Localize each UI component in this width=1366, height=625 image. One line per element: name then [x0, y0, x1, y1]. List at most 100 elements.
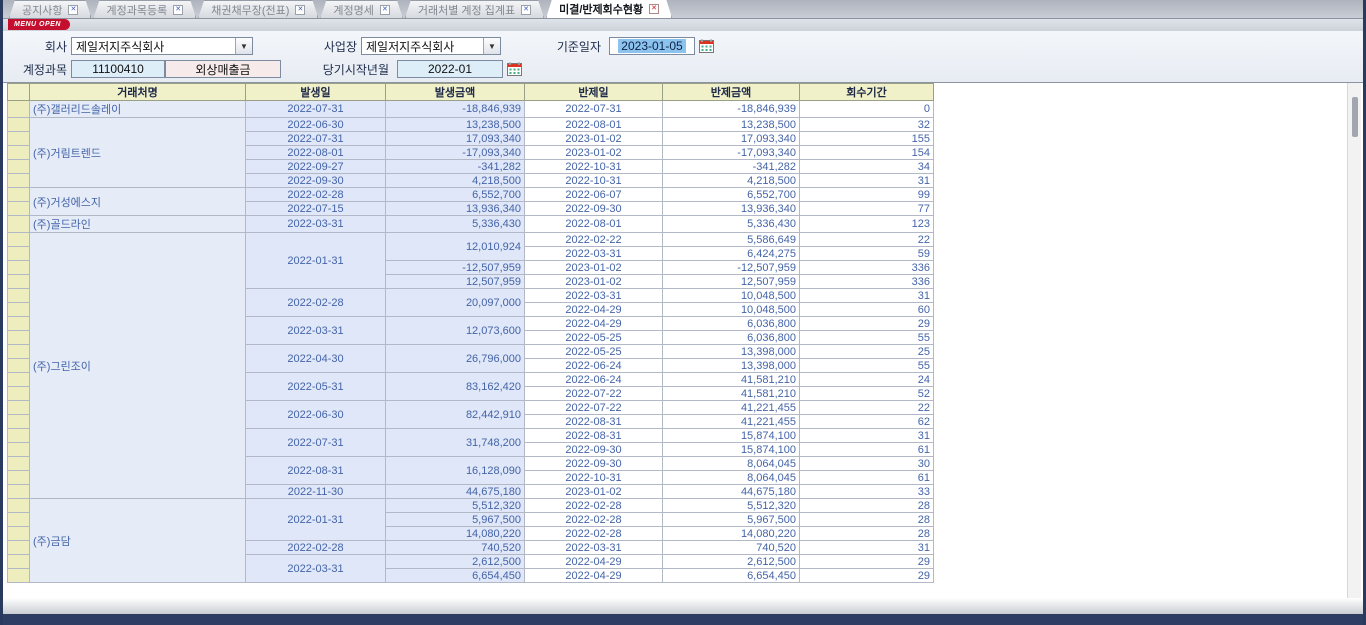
settlement-amount-cell[interactable]: 5,512,320 [663, 499, 800, 513]
occurrence-date-cell[interactable]: 2022-07-31 [246, 132, 386, 146]
occurrence-amount-cell[interactable]: -12,507,959 [386, 261, 525, 275]
tab-item[interactable]: 계정과목등록✕ [93, 0, 196, 18]
collection-days-cell[interactable]: 55 [800, 359, 934, 373]
settlement-amount-cell[interactable]: 8,064,045 [663, 471, 800, 485]
occurrence-date-cell[interactable]: 2022-02-28 [246, 188, 386, 202]
vertical-scrollbar[interactable] [1347, 83, 1361, 598]
collection-days-cell[interactable]: 336 [800, 261, 934, 275]
settlement-date-cell[interactable]: 2022-08-01 [525, 118, 663, 132]
settlement-amount-cell[interactable]: -17,093,340 [663, 146, 800, 160]
occurrence-date-cell[interactable]: 2022-04-30 [246, 345, 386, 373]
occurrence-amount-cell[interactable]: 17,093,340 [386, 132, 525, 146]
settlement-amount-cell[interactable]: 13,398,000 [663, 359, 800, 373]
tab-item[interactable]: 계정명세✕ [320, 0, 402, 18]
occurrence-amount-cell[interactable]: -17,093,340 [386, 146, 525, 160]
occurrence-amount-cell[interactable]: 5,967,500 [386, 513, 525, 527]
collection-days-cell[interactable]: 22 [800, 233, 934, 247]
tab-item[interactable]: 공지사항✕ [9, 0, 91, 18]
row-selector[interactable] [8, 247, 30, 261]
collection-days-cell[interactable]: 31 [800, 541, 934, 555]
customer-name-cell[interactable]: (주)거림트렌드 [30, 118, 246, 188]
settlement-date-cell[interactable]: 2022-09-30 [525, 202, 663, 216]
collection-days-cell[interactable]: 62 [800, 415, 934, 429]
row-selector[interactable] [8, 401, 30, 415]
occurrence-amount-cell[interactable]: -18,846,939 [386, 101, 525, 118]
settlement-date-cell[interactable]: 2022-04-29 [525, 569, 663, 583]
settlement-amount-cell[interactable]: 41,221,455 [663, 415, 800, 429]
occurrence-date-cell[interactable]: 2022-02-28 [246, 289, 386, 317]
collection-days-cell[interactable]: 61 [800, 443, 934, 457]
settlement-date-cell[interactable]: 2022-10-31 [525, 160, 663, 174]
settlement-amount-cell[interactable]: 6,654,450 [663, 569, 800, 583]
settlement-date-cell[interactable]: 2022-07-22 [525, 401, 663, 415]
customer-name-cell[interactable]: (주)골드라인 [30, 216, 246, 233]
row-selector[interactable] [8, 443, 30, 457]
collection-days-cell[interactable]: 29 [800, 555, 934, 569]
settlement-amount-cell[interactable]: 13,936,340 [663, 202, 800, 216]
collection-days-cell[interactable]: 31 [800, 429, 934, 443]
row-selector[interactable] [8, 569, 30, 583]
settlement-date-cell[interactable]: 2022-03-31 [525, 541, 663, 555]
row-selector[interactable] [8, 303, 30, 317]
settlement-amount-cell[interactable]: 8,064,045 [663, 457, 800, 471]
row-selector[interactable] [8, 485, 30, 499]
close-icon[interactable]: ✕ [173, 5, 183, 15]
settlement-date-cell[interactable]: 2023-01-02 [525, 261, 663, 275]
row-selector[interactable] [8, 101, 30, 118]
row-selector[interactable] [8, 471, 30, 485]
occurrence-date-cell[interactable]: 2022-03-31 [246, 555, 386, 583]
settlement-amount-cell[interactable]: 41,581,210 [663, 373, 800, 387]
occurrence-date-cell[interactable]: 2022-01-31 [246, 233, 386, 289]
settlement-date-cell[interactable]: 2022-06-24 [525, 373, 663, 387]
collection-days-cell[interactable]: 25 [800, 345, 934, 359]
occurrence-amount-cell[interactable]: 14,080,220 [386, 527, 525, 541]
chevron-down-icon[interactable]: ▼ [483, 38, 500, 54]
tab-active[interactable]: 미결/반제회수현황✕ [546, 0, 672, 18]
collection-days-cell[interactable]: 77 [800, 202, 934, 216]
occurrence-amount-cell[interactable]: 5,336,430 [386, 216, 525, 233]
occurrence-date-cell[interactable]: 2022-06-30 [246, 401, 386, 429]
occurrence-amount-cell[interactable]: 12,073,600 [386, 317, 525, 345]
customer-name-cell[interactable]: (주)그린조이 [30, 233, 246, 499]
occurrence-date-cell[interactable]: 2022-03-31 [246, 216, 386, 233]
column-header[interactable]: 반제금액 [663, 84, 800, 101]
settlement-amount-cell[interactable]: 44,675,180 [663, 485, 800, 499]
column-header[interactable]: 거래처명 [30, 84, 246, 101]
vertical-scrollbar-thumb[interactable] [1352, 97, 1358, 137]
row-selector[interactable] [8, 132, 30, 146]
tab-item[interactable]: 거래처별 계정 집계표✕ [405, 0, 544, 18]
occurrence-date-cell[interactable]: 2022-03-31 [246, 317, 386, 345]
row-selector[interactable] [8, 415, 30, 429]
row-selector[interactable] [8, 359, 30, 373]
occurrence-amount-cell[interactable]: 2,612,500 [386, 555, 525, 569]
occurrence-date-cell[interactable]: 2022-08-31 [246, 457, 386, 485]
settlement-amount-cell[interactable]: 6,552,700 [663, 188, 800, 202]
settlement-amount-cell[interactable]: 2,612,500 [663, 555, 800, 569]
occurrence-amount-cell[interactable]: 12,010,924 [386, 233, 525, 261]
settlement-amount-cell[interactable]: -12,507,959 [663, 261, 800, 275]
occurrence-amount-cell[interactable]: 83,162,420 [386, 373, 525, 401]
row-selector[interactable] [8, 118, 30, 132]
account-name-field[interactable]: 외상매출금 [165, 60, 281, 78]
occurrence-date-cell[interactable]: 2022-01-31 [246, 499, 386, 541]
row-selector[interactable] [8, 499, 30, 513]
occurrence-amount-cell[interactable]: 13,238,500 [386, 118, 525, 132]
site-select[interactable]: 제일저지주식회사 ▼ [361, 37, 501, 55]
occurrence-date-cell[interactable]: 2022-08-01 [246, 146, 386, 160]
settlement-date-cell[interactable]: 2023-01-02 [525, 485, 663, 499]
row-selector[interactable] [8, 513, 30, 527]
settlement-amount-cell[interactable]: 41,221,455 [663, 401, 800, 415]
settlement-date-cell[interactable]: 2023-01-02 [525, 275, 663, 289]
settlement-amount-cell[interactable]: 6,036,800 [663, 317, 800, 331]
row-selector[interactable] [8, 202, 30, 216]
customer-name-cell[interactable]: (주)거성에스지 [30, 188, 246, 216]
row-selector[interactable] [8, 289, 30, 303]
row-selector[interactable] [8, 541, 30, 555]
settlement-date-cell[interactable]: 2022-10-31 [525, 471, 663, 485]
settlement-amount-cell[interactable]: 740,520 [663, 541, 800, 555]
customer-name-cell[interactable]: (주)금담 [30, 499, 246, 583]
occurrence-amount-cell[interactable]: 44,675,180 [386, 485, 525, 499]
collection-days-cell[interactable]: 59 [800, 247, 934, 261]
occurrence-date-cell[interactable]: 2022-09-27 [246, 160, 386, 174]
settlement-date-cell[interactable]: 2022-07-22 [525, 387, 663, 401]
